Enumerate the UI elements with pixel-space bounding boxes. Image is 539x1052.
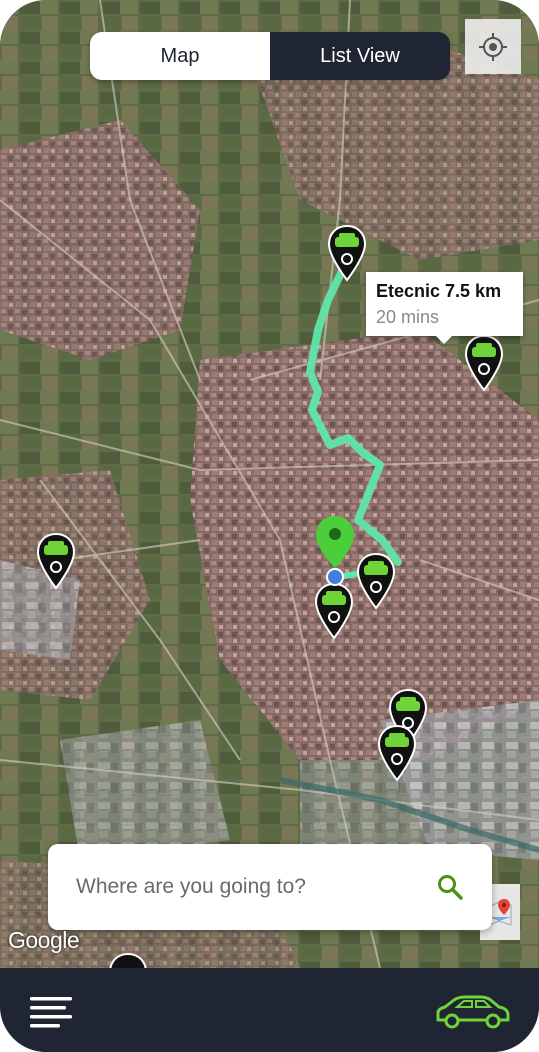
route-info-callout[interactable]: Etecnic 7.5 km 20 mins	[366, 272, 523, 344]
bottom-navigation-bar	[0, 968, 539, 1052]
hamburger-menu-icon[interactable]	[30, 996, 74, 1028]
search-icon[interactable]	[436, 873, 464, 901]
crosshair-location-icon	[479, 32, 507, 61]
callout-duration: 20 mins	[376, 307, 440, 327]
car-charger-pin-icon[interactable]	[36, 532, 76, 590]
destination-search-bar[interactable]: Where are you going to?	[48, 844, 492, 930]
map-view[interactable]	[0, 0, 539, 968]
car-charger-pin-icon[interactable]	[327, 224, 367, 282]
tab-list-view[interactable]: List View	[270, 32, 450, 80]
car-charger-pin-icon[interactable]	[377, 724, 417, 782]
car-icon[interactable]	[432, 992, 512, 1032]
tab-map[interactable]: Map	[90, 32, 270, 80]
car-charger-pin-icon[interactable]	[464, 334, 504, 392]
map-attribution: Google	[8, 927, 80, 953]
car-charger-pin-icon[interactable]	[314, 582, 354, 640]
callout-title: Etecnic 7.5 km	[376, 281, 502, 301]
tab-list-view-label: List View	[320, 44, 400, 67]
car-charger-pin-icon[interactable]	[356, 552, 396, 610]
tab-map-label: Map	[160, 44, 200, 67]
app-screen: Map List View Etecnic 7.5 km 20 mins Whe…	[0, 0, 539, 1052]
locate-me-button[interactable]	[465, 19, 521, 74]
green-map-pin-icon[interactable]	[314, 514, 356, 586]
view-toggle: Map List View	[90, 32, 450, 80]
search-input[interactable]: Where are you going to?	[76, 875, 436, 899]
